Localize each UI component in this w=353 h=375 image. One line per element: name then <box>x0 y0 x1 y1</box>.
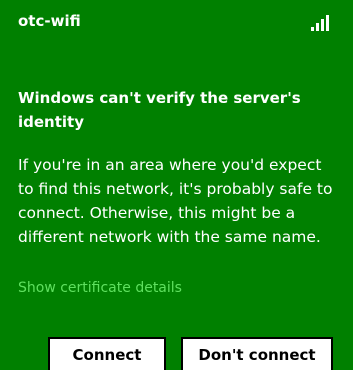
network-name: otc-wifi <box>18 12 81 30</box>
wifi-connect-panel: otc-wifi Windows can't verify the server… <box>0 0 353 370</box>
dont-connect-button[interactable]: Don't connect <box>181 337 333 370</box>
connect-button[interactable]: Connect <box>48 337 166 370</box>
dialog-message: If you're in an area where you'd expect … <box>18 156 333 246</box>
show-certificate-details-link[interactable]: Show certificate details <box>18 280 182 296</box>
dialog-heading: Windows can't verify the server's identi… <box>18 89 301 131</box>
signal-strength-icon <box>311 13 333 31</box>
